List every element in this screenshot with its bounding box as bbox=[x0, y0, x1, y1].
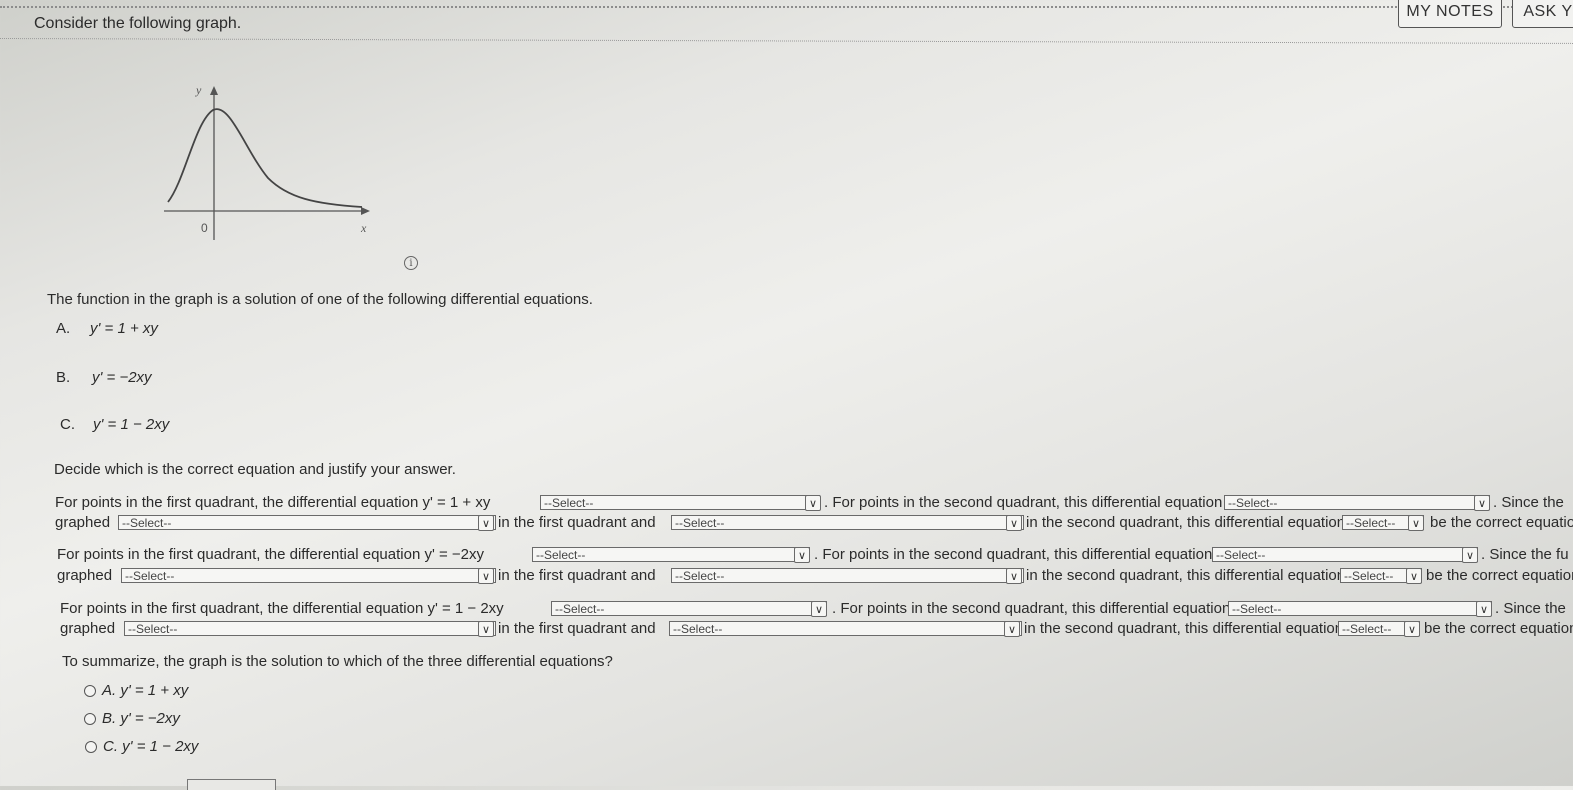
summary-radio-c[interactable] bbox=[85, 741, 97, 753]
row3-first-quadrant-select[interactable]: --Select-- bbox=[551, 601, 827, 616]
row2-line2-mid2: in the second quadrant, this differentia… bbox=[1026, 567, 1346, 584]
row1-graph-behavior-select[interactable]: --Select-- bbox=[118, 515, 496, 530]
option-c-equation: y' = 1 − 2xy bbox=[93, 416, 170, 433]
row1-line2-mid: in the first quadrant and bbox=[498, 514, 656, 531]
row2-graph-behavior-select[interactable]: --Select-- bbox=[121, 568, 496, 583]
summary-choice-a[interactable]: A. y' = 1 + xy bbox=[102, 682, 188, 699]
chevron-down-icon[interactable]: ∨ bbox=[1408, 515, 1424, 531]
select-text: --Select-- bbox=[544, 495, 594, 510]
chevron-down-icon[interactable]: ∨ bbox=[794, 547, 810, 563]
chevron-down-icon[interactable]: ∨ bbox=[1476, 601, 1492, 617]
select-text: --Select-- bbox=[1216, 547, 1266, 562]
question-prompt: Consider the following graph. bbox=[34, 15, 242, 32]
chevron-down-icon[interactable]: ∨ bbox=[478, 568, 494, 584]
chevron-down-icon[interactable]: ∨ bbox=[478, 515, 494, 531]
x-axis-arrow bbox=[361, 207, 370, 215]
row3-second-graph-select[interactable]: --Select-- bbox=[669, 621, 1022, 636]
select-text: --Select-- bbox=[1344, 568, 1394, 583]
row3-line1-mid: . For points in the second quadrant, thi… bbox=[832, 600, 1231, 617]
option-b-letter: B. bbox=[56, 369, 71, 386]
chevron-down-icon[interactable]: ∨ bbox=[811, 601, 827, 617]
row3-line2-end: be the correct equation bbox=[1424, 620, 1573, 637]
row1-second-quadrant-select[interactable]: --Select-- bbox=[1224, 495, 1490, 510]
row1-line1-end: . Since the bbox=[1493, 494, 1564, 511]
chevron-down-icon[interactable]: ∨ bbox=[1474, 495, 1490, 511]
row2-graphed-label: graphed bbox=[57, 567, 113, 584]
row2-line1-prefix: For points in the first quadrant, the di… bbox=[57, 546, 485, 563]
chevron-down-icon[interactable]: ∨ bbox=[1004, 621, 1020, 637]
y-axis-label: y bbox=[195, 83, 202, 97]
row2-line2-mid: in the first quadrant and bbox=[498, 567, 656, 584]
select-text: --Select-- bbox=[1228, 495, 1278, 510]
summary-radio-b[interactable] bbox=[84, 713, 96, 725]
origin-label: 0 bbox=[201, 221, 208, 235]
solution-curve bbox=[167, 108, 363, 208]
chevron-down-icon[interactable]: ∨ bbox=[1006, 568, 1022, 584]
summary-radio-a[interactable] bbox=[84, 685, 96, 697]
y-axis-arrow bbox=[210, 86, 218, 95]
chevron-down-icon[interactable]: ∨ bbox=[1006, 515, 1022, 531]
row2-line1-mid: . For points in the second quadrant, thi… bbox=[814, 546, 1213, 563]
chevron-down-icon[interactable]: ∨ bbox=[805, 495, 821, 511]
row1-graphed-label: graphed bbox=[55, 514, 111, 531]
x-axis-label: x bbox=[360, 221, 367, 235]
row3-second-quadrant-select[interactable]: --Select-- bbox=[1228, 601, 1492, 616]
select-text: --Select-- bbox=[125, 568, 175, 583]
option-c-letter: C. bbox=[60, 416, 75, 433]
summary-question: To summarize, the graph is the solution … bbox=[62, 653, 613, 670]
select-text: --Select-- bbox=[673, 621, 723, 636]
header-dotted-rule bbox=[0, 38, 1573, 44]
summary-choice-b[interactable]: B. y' = −2xy bbox=[102, 710, 180, 727]
row2-line1-end: . Since the fu bbox=[1481, 546, 1569, 563]
row2-line2-end: be the correct equation bbox=[1426, 567, 1573, 584]
summary-choice-c[interactable]: C. y' = 1 − 2xy bbox=[103, 738, 198, 755]
chevron-down-icon[interactable]: ∨ bbox=[478, 621, 494, 637]
row1-line1-mid: . For points in the second quadrant, thi… bbox=[824, 494, 1223, 511]
row1-line2-mid2: in the second quadrant, this differentia… bbox=[1026, 514, 1346, 531]
row1-second-graph-select[interactable]: --Select-- bbox=[671, 515, 1024, 530]
select-text: --Select-- bbox=[555, 601, 605, 616]
top-dotted-rule bbox=[0, 6, 1573, 8]
submit-button-edge[interactable] bbox=[187, 779, 276, 790]
row2-second-graph-select[interactable]: --Select-- bbox=[671, 568, 1024, 583]
select-text: --Select-- bbox=[1342, 621, 1392, 636]
row1-line2-end: be the correct equatio bbox=[1430, 514, 1573, 531]
chevron-down-icon[interactable]: ∨ bbox=[1462, 547, 1478, 563]
select-text: --Select-- bbox=[1232, 601, 1282, 616]
select-text: --Select-- bbox=[128, 621, 178, 636]
select-text: --Select-- bbox=[536, 547, 586, 562]
row1-first-quadrant-select[interactable]: --Select-- bbox=[540, 495, 820, 510]
solution-graph: y x 0 bbox=[164, 83, 370, 240]
intro-text: The function in the graph is a solution … bbox=[47, 291, 593, 308]
option-b-equation: y' = −2xy bbox=[92, 369, 152, 386]
row3-line1-prefix: For points in the first quadrant, the di… bbox=[60, 600, 504, 617]
row2-second-quadrant-select[interactable]: --Select-- bbox=[1212, 547, 1478, 562]
select-text: --Select-- bbox=[122, 515, 172, 530]
row3-graphed-label: graphed bbox=[60, 620, 116, 637]
ask-your-teacher-button[interactable]: ASK Y bbox=[1512, 0, 1573, 28]
select-text: --Select-- bbox=[675, 515, 725, 530]
my-notes-button[interactable]: MY NOTES bbox=[1398, 0, 1502, 28]
row3-line2-mid: in the first quadrant and bbox=[498, 620, 656, 637]
select-text: --Select-- bbox=[675, 568, 725, 583]
option-a-equation: y' = 1 + xy bbox=[90, 320, 158, 337]
row2-first-quadrant-select[interactable]: --Select-- bbox=[532, 547, 810, 562]
info-icon[interactable]: i bbox=[404, 256, 418, 270]
select-text: --Select-- bbox=[1346, 515, 1396, 530]
row3-line1-end: . Since the bbox=[1495, 600, 1566, 617]
option-a-letter: A. bbox=[56, 320, 71, 337]
row3-line2-mid2: in the second quadrant, this differentia… bbox=[1024, 620, 1344, 637]
row1-line1-prefix: For points in the first quadrant, the di… bbox=[55, 494, 491, 511]
row3-graph-behavior-select[interactable]: --Select-- bbox=[124, 621, 496, 636]
decide-instruction: Decide which is the correct equation and… bbox=[54, 461, 456, 478]
chevron-down-icon[interactable]: ∨ bbox=[1406, 568, 1422, 584]
chevron-down-icon[interactable]: ∨ bbox=[1404, 621, 1420, 637]
